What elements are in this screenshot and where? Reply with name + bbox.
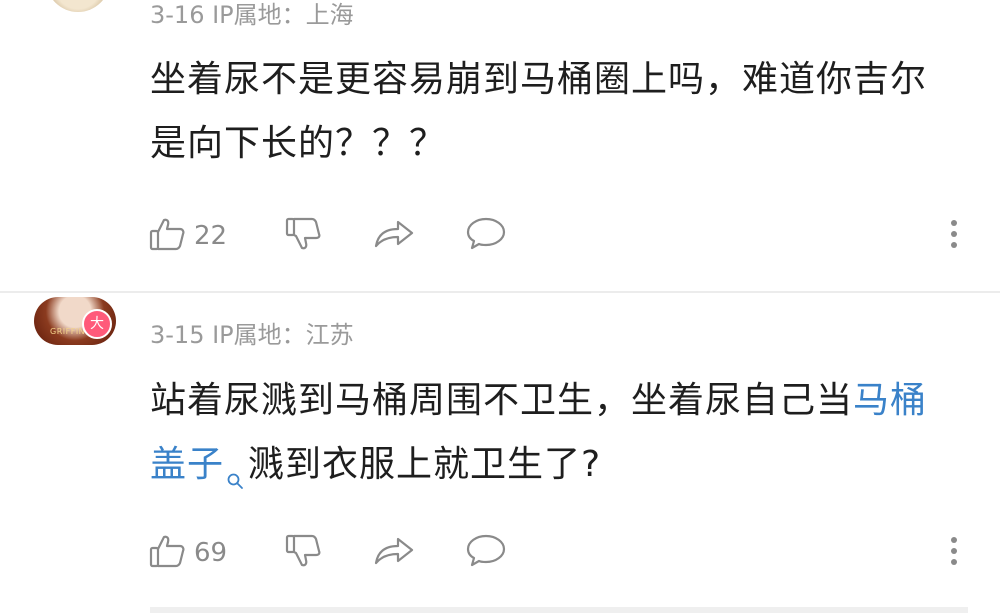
avatar-text: GRIFFIN [50, 327, 86, 336]
dislike-button[interactable] [284, 533, 324, 573]
comment-text-part: 溅到衣服上就卫生了? [248, 444, 602, 485]
dislike-button[interactable] [284, 216, 324, 256]
share-arrow-icon [372, 531, 416, 575]
level-badge: 大 [82, 309, 112, 339]
thumbs-up-icon [148, 214, 188, 258]
more-vertical-icon [944, 214, 964, 258]
comment-item: GRIFFIN 大 3-15 IP属地：江苏 站着尿溅到马桶周围不卫生，坐着尿自… [0, 293, 1000, 613]
share-button[interactable] [372, 533, 416, 573]
chat-bubble-icon [464, 214, 508, 258]
comment-meta: 3-15 IP属地：江苏 [150, 321, 354, 349]
like-button[interactable]: 22 [148, 216, 227, 256]
comment-text-part: 坐着尿不是更容易崩到马桶圈上吗，难道你吉尔是向下长的？？？ [150, 59, 928, 164]
more-options-button[interactable] [944, 216, 964, 256]
like-button[interactable]: 69 [148, 533, 227, 573]
share-arrow-icon [372, 214, 416, 258]
share-button[interactable] [372, 216, 416, 256]
comment-meta: 3-16 IP属地：上海 [150, 1, 354, 29]
comment-actions: 22 [148, 216, 978, 256]
bottom-divider [150, 607, 968, 613]
comment-actions: 69 [148, 533, 978, 573]
comment-text-part: 站着尿溅到马桶周围不卫生，坐着尿自己当 [150, 380, 854, 421]
comment-item: 3-16 IP属地：上海 坐着尿不是更容易崩到马桶圈上吗，难道你吉尔是向下长的？… [0, 0, 1000, 292]
reply-button[interactable] [464, 216, 508, 256]
more-vertical-icon [944, 531, 964, 575]
comment-text: 坐着尿不是更容易崩到马桶圈上吗，难道你吉尔是向下长的？？？ [150, 48, 960, 176]
thumbs-down-icon [284, 531, 324, 575]
thumbs-up-icon [148, 531, 188, 575]
avatar[interactable] [46, 0, 110, 12]
like-count: 69 [194, 538, 228, 568]
search-icon[interactable] [226, 447, 244, 511]
like-count: 22 [194, 221, 228, 251]
thumbs-down-icon [284, 214, 324, 258]
comment-text: 站着尿溅到马桶周围不卫生，坐着尿自己当马桶盖子 溅到衣服上就卫生了? [150, 369, 960, 511]
more-options-button[interactable] [944, 533, 964, 573]
reply-button[interactable] [464, 533, 508, 573]
chat-bubble-icon [464, 531, 508, 575]
